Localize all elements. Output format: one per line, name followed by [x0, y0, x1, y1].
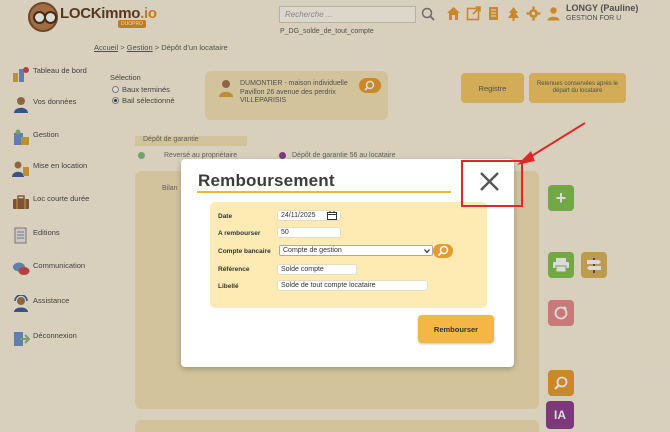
libelle-value: Solde de tout compte locataire — [281, 282, 376, 289]
amount-value: 50 — [281, 229, 289, 236]
remboursement-form: Date 24/11/2025 A rembourser 50 Compte b… — [210, 202, 487, 308]
amount-label: A rembourser — [218, 230, 261, 237]
libelle-label: Libellé — [218, 283, 239, 290]
search-icon — [437, 245, 449, 257]
reference-input[interactable]: Solde compte — [277, 264, 357, 275]
bank-account-label: Compte bancaire — [218, 248, 271, 255]
bank-search-button[interactable] — [433, 244, 453, 258]
title-underline — [197, 191, 451, 193]
amount-input[interactable]: 50 — [277, 227, 341, 238]
reference-value: Solde compte — [281, 266, 324, 273]
libelle-input[interactable]: Solde de tout compte locataire — [277, 280, 428, 291]
chevron-down-icon — [424, 249, 430, 254]
bank-account-select[interactable]: Compte de gestion — [279, 245, 433, 256]
date-label: Date — [218, 213, 233, 220]
reference-label: Référence — [218, 266, 250, 273]
calendar-icon[interactable] — [327, 211, 337, 220]
rembourser-button[interactable]: Rembourser — [418, 315, 494, 343]
close-highlight-box — [461, 160, 523, 207]
date-value: 24/11/2025 — [281, 212, 316, 219]
modal-title: Remboursement — [198, 171, 335, 190]
bank-account-value: Compte de gestion — [283, 247, 342, 254]
